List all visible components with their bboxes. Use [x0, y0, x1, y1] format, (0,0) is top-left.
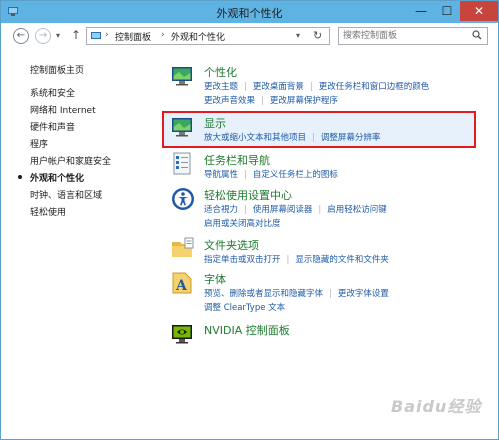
link-change-font-settings[interactable]: 更改字体设置	[338, 289, 389, 299]
link-customize-taskbar-icons[interactable]: 自定义任务栏上的图标	[253, 170, 338, 180]
link-change-taskbar-color[interactable]: 更改任务栏和窗口边框的颜色	[319, 82, 430, 92]
search-icon[interactable]	[472, 30, 482, 40]
category-links-row: 更改主题 | 更改桌面背景 | 更改任务栏和窗口边框的颜色	[204, 82, 430, 92]
personalization-icon[interactable]	[171, 64, 195, 88]
breadcrumb-appearance[interactable]: 外观和个性化	[171, 30, 225, 43]
recent-locations-dropdown[interactable]: ▾	[56, 31, 60, 40]
category-links-row: 导航属性 | 自定义任务栏上的图标	[204, 170, 338, 180]
link-change-screen-saver[interactable]: 更改屏幕保护程序	[270, 96, 338, 106]
category-title-personalization[interactable]: 个性化	[204, 64, 237, 80]
link-fit-vision[interactable]: 适合視力	[204, 205, 238, 215]
sidebar-item-clock-language[interactable]: 时钟、语言和区域	[30, 188, 102, 201]
link-change-theme[interactable]: 更改主题	[204, 82, 238, 92]
nvidia-icon[interactable]	[171, 322, 195, 346]
watermark: Baidu经验	[391, 397, 482, 416]
fonts-icon[interactable]: A	[171, 271, 195, 295]
category-title-nvidia[interactable]: NVIDIA 控制面板	[204, 322, 290, 338]
sidebar-item-system-security[interactable]: 系统和安全	[30, 86, 75, 99]
link-toggle-high-contrast[interactable]: 启用或关闭高对比度	[204, 219, 281, 229]
sidebar-item-hardware-sound[interactable]: 硬件和声音	[30, 120, 75, 133]
close-button[interactable]: ✕	[460, 1, 498, 21]
search-box[interactable]	[338, 27, 488, 45]
link-change-desktop-background[interactable]: 更改桌面背景	[253, 82, 304, 92]
breadcrumb-separator-icon[interactable]: ›	[161, 30, 165, 40]
link-single-double-click[interactable]: 指定单击或双击打开	[204, 255, 281, 265]
category-title-display[interactable]: 显示	[204, 115, 226, 131]
category-links-row: 放大或缩小文本和其他项目 | 调整屏幕分辨率	[204, 133, 381, 143]
category-links-row: 预览、删除或者显示和隐藏字体 | 更改字体设置	[204, 289, 389, 299]
active-item-bullet	[18, 175, 22, 179]
display-icon[interactable]	[171, 115, 195, 139]
address-box[interactable]: › 控制面板 › 外观和个性化 ▾ ↻	[86, 27, 330, 45]
category-links-row: 适合視力 | 使用屏幕阅读器 | 启用轻松访问键	[204, 205, 387, 215]
navigation-bar: ← → ▾ ↑ › 控制面板 › 外观和个性化 ▾ ↻	[1, 23, 498, 51]
svg-text:A: A	[175, 278, 188, 294]
link-adjust-cleartype[interactable]: 调整 ClearType 文本	[204, 303, 285, 313]
category-links-row: 指定单击或双击打开 | 显示隐藏的文件和文件夹	[204, 255, 389, 265]
address-dropdown-icon[interactable]: ▾	[296, 31, 300, 40]
sidebar-item-home[interactable]: 控制面板主页	[30, 63, 84, 76]
category-links-row: 启用或关闭高对比度	[204, 217, 281, 229]
link-show-hidden-files[interactable]: 显示隐藏的文件和文件夹	[295, 255, 389, 265]
link-preview-delete-fonts[interactable]: 预览、删除或者显示和隐藏字体	[204, 289, 323, 299]
folder-options-icon[interactable]	[171, 237, 195, 261]
category-title-ease-of-access[interactable]: 轻松使用设置中心	[204, 187, 292, 203]
maximize-button[interactable]: ☐	[434, 1, 460, 21]
control-panel-location-icon	[91, 32, 101, 39]
minimize-button[interactable]: —	[408, 1, 434, 21]
link-change-sound-effects[interactable]: 更改声音效果	[204, 96, 255, 106]
control-panel-window: 外观和个性化 — ☐ ✕ ← → ▾ ↑ › 控制面板 › 外观和个性化 ▾ ↻	[0, 0, 499, 440]
title-bar: 外观和个性化 — ☐ ✕	[1, 1, 498, 23]
forward-button[interactable]: →	[35, 28, 51, 44]
link-navigation-properties[interactable]: 导航属性	[204, 170, 238, 180]
link-turn-on-access-keys[interactable]: 启用轻松访问键	[327, 205, 387, 215]
breadcrumb-separator-icon[interactable]: ›	[105, 30, 109, 40]
up-button[interactable]: ↑	[71, 28, 81, 42]
category-links-row: 更改声音效果 | 更改屏幕保护程序	[204, 96, 338, 106]
search-input[interactable]	[343, 29, 468, 43]
category-links-row: 调整 ClearType 文本	[204, 301, 285, 313]
link-use-screen-reader[interactable]: 使用屏幕阅读器	[253, 205, 313, 215]
sidebar-item-ease-of-access[interactable]: 轻松使用	[30, 205, 66, 218]
link-zoom-text[interactable]: 放大或缩小文本和其他项目	[204, 133, 306, 143]
link-adjust-resolution[interactable]: 调整屏幕分辨率	[321, 133, 381, 143]
taskbar-icon[interactable]	[171, 152, 195, 176]
breadcrumb-control-panel[interactable]: 控制面板	[115, 30, 151, 43]
category-title-taskbar[interactable]: 任务栏和导航	[204, 152, 270, 168]
sidebar-item-user-accounts[interactable]: 用户帐户和家庭安全	[30, 154, 111, 167]
sidebar-item-programs[interactable]: 程序	[30, 137, 48, 150]
category-title-fonts[interactable]: 字体	[204, 271, 226, 287]
refresh-icon[interactable]: ↻	[313, 29, 322, 42]
sidebar-item-network[interactable]: 网络和 Internet	[30, 103, 96, 116]
category-title-folder-options[interactable]: 文件夹选项	[204, 237, 259, 253]
sidebar-item-appearance[interactable]: 外观和个性化	[30, 171, 84, 184]
ease-of-access-icon[interactable]	[171, 187, 195, 211]
back-button[interactable]: ←	[13, 28, 29, 44]
